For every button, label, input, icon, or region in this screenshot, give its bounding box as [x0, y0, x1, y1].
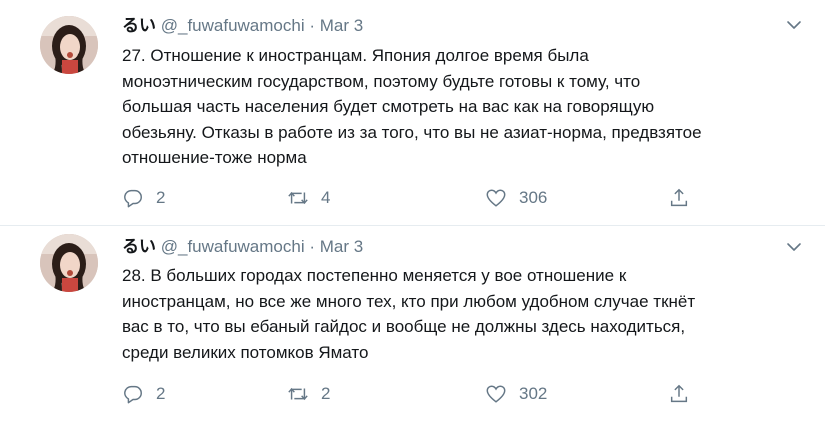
like-button[interactable]: 306 — [485, 187, 547, 209]
retweet-button[interactable]: 2 — [287, 383, 330, 405]
share-icon — [670, 188, 688, 207]
reply-count: 2 — [156, 384, 166, 403]
tweet[interactable]: るい @_fuwafuwamochi · Mar 3 28. В больших… — [0, 226, 825, 424]
retweet-icon — [288, 387, 308, 401]
retweet-count: 4 — [321, 188, 331, 207]
reply-icon — [124, 189, 142, 208]
heart-icon — [486, 385, 506, 403]
retweet-button[interactable]: 4 — [287, 187, 330, 209]
share-button[interactable] — [668, 383, 690, 405]
tweet-header: るい @_fuwafuwamochi · Mar 3 — [122, 15, 363, 37]
separator-dot: · — [309, 237, 316, 256]
avatar[interactable] — [40, 234, 98, 292]
share-icon — [670, 384, 688, 403]
heart-icon — [486, 189, 506, 207]
tweet-date[interactable]: Mar 3 — [320, 16, 363, 35]
like-count: 302 — [519, 384, 548, 403]
retweet-count: 2 — [321, 384, 331, 403]
author-name[interactable]: るい — [122, 16, 156, 35]
author-handle[interactable]: @_fuwafuwamochi — [161, 237, 305, 256]
author-handle[interactable]: @_fuwafuwamochi — [161, 16, 305, 35]
author-name[interactable]: るい — [122, 237, 156, 256]
reply-button[interactable]: 2 — [122, 383, 165, 405]
tweet-date[interactable]: Mar 3 — [320, 237, 363, 256]
like-count: 306 — [519, 188, 548, 207]
reply-count: 2 — [156, 188, 166, 207]
tweet-feed: るい @_fuwafuwamochi · Mar 3 27. Отношение… — [0, 0, 825, 424]
retweet-icon — [288, 191, 308, 205]
tweet-header: るい @_fuwafuwamochi · Mar 3 — [122, 236, 363, 258]
tweet-actions: 2 2 302 — [122, 383, 722, 407]
like-button[interactable]: 302 — [485, 383, 547, 405]
reply-icon — [124, 385, 142, 404]
chevron-down-icon[interactable] — [785, 16, 803, 34]
tweet-text: 27. Отношение к иностранцам. Япония долг… — [122, 46, 702, 167]
reply-button[interactable]: 2 — [122, 187, 165, 209]
tweet-text: 28. В больших городах постепенно меняетс… — [122, 266, 696, 362]
avatar[interactable] — [40, 16, 98, 74]
tweet[interactable]: るい @_fuwafuwamochi · Mar 3 27. Отношение… — [0, 0, 825, 226]
separator-dot: · — [309, 16, 316, 35]
chevron-down-icon[interactable] — [785, 238, 803, 256]
tweet-actions: 2 4 306 — [122, 187, 722, 211]
share-button[interactable] — [668, 187, 690, 209]
